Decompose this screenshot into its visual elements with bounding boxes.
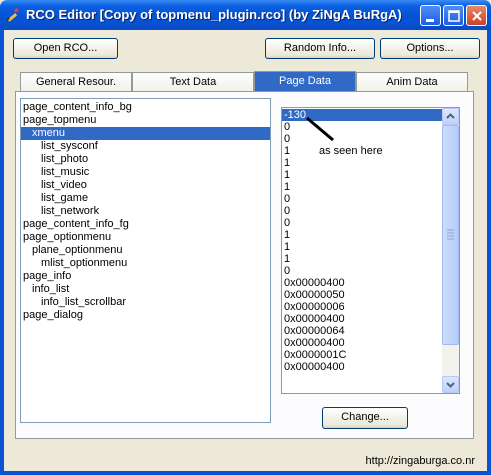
tree-item[interactable]: page_topmenu: [21, 114, 270, 127]
tree-item[interactable]: page_dialog: [21, 309, 270, 322]
tree-item[interactable]: page_optionmenu: [21, 231, 270, 244]
tab-page-data[interactable]: Page Data: [254, 71, 356, 92]
status-bar: http://zingaburga.co.nr: [4, 452, 487, 471]
tree-item[interactable]: mlist_optionmenu: [21, 257, 270, 270]
pencil-icon: [5, 6, 21, 22]
tree-item[interactable]: list_music: [21, 166, 270, 179]
close-button[interactable]: [466, 5, 487, 26]
window-frame-right: [487, 30, 491, 475]
list-item[interactable]: 1: [282, 157, 442, 169]
tree-item[interactable]: info_list_scrollbar: [21, 296, 270, 309]
window-frame-left: [0, 30, 4, 475]
window-title: RCO Editor [Copy of topmenu_plugin.rco] …: [26, 7, 402, 22]
tab-strip: General Resour. Text Data Page Data Anim…: [20, 71, 468, 92]
list-item[interactable]: 0x00000400: [282, 337, 442, 349]
page-tree[interactable]: page_content_info_bg page_topmenu xmenu …: [20, 98, 271, 423]
tree-item[interactable]: list_sysconf: [21, 140, 270, 153]
list-item[interactable]: 0: [282, 193, 442, 205]
annotation-arrow-icon: [306, 116, 334, 142]
window-frame-bottom: [0, 471, 491, 475]
list-item[interactable]: 0x00000400: [282, 313, 442, 325]
scroll-thumb[interactable]: [442, 125, 459, 345]
close-icon: [472, 11, 482, 21]
annotation-text: as seen here: [319, 145, 383, 157]
tree-item[interactable]: page_content_info_fg: [21, 218, 270, 231]
tab-text-data[interactable]: Text Data: [132, 72, 254, 92]
tree-item[interactable]: list_video: [21, 179, 270, 192]
tree-item[interactable]: list_photo: [21, 153, 270, 166]
tree-item[interactable]: info_list: [21, 283, 270, 296]
list-item[interactable]: 0x0000001C: [282, 349, 442, 361]
tree-item-selected[interactable]: xmenu: [21, 127, 270, 140]
list-item[interactable]: 1: [282, 253, 442, 265]
scroll-up-button[interactable]: [442, 108, 459, 125]
list-item[interactable]: 1: [282, 169, 442, 181]
maximize-button[interactable]: [443, 5, 464, 26]
list-item[interactable]: 1: [282, 229, 442, 241]
random-info-button[interactable]: Random Info...: [265, 38, 375, 59]
minimize-button[interactable]: [420, 5, 441, 26]
tree-item[interactable]: page_content_info_bg: [21, 101, 270, 114]
list-item[interactable]: 1: [282, 181, 442, 193]
list-item[interactable]: 0: [282, 205, 442, 217]
title-bar[interactable]: RCO Editor [Copy of topmenu_plugin.rco] …: [0, 0, 491, 30]
tree-item[interactable]: list_network: [21, 205, 270, 218]
tree-item[interactable]: page_info: [21, 270, 270, 283]
values-scrollbar[interactable]: [442, 108, 459, 393]
list-item[interactable]: 0x00000006: [282, 301, 442, 313]
list-item[interactable]: 0x00000050: [282, 289, 442, 301]
status-url: http://zingaburga.co.nr: [365, 455, 475, 467]
minimize-icon: [426, 19, 434, 22]
tree-item[interactable]: plane_optionmenu: [21, 244, 270, 257]
maximize-icon: [448, 10, 460, 22]
list-item[interactable]: 0: [282, 265, 442, 277]
chevron-down-icon: [446, 382, 455, 388]
change-button[interactable]: Change...: [322, 407, 408, 429]
options-button[interactable]: Options...: [380, 38, 480, 59]
list-item[interactable]: 0x00000400: [282, 277, 442, 289]
tab-general-resources[interactable]: General Resour.: [20, 72, 132, 92]
open-rco-button[interactable]: Open RCO...: [13, 38, 118, 59]
list-item[interactable]: 0x00000064: [282, 325, 442, 337]
scroll-down-button[interactable]: [442, 376, 459, 393]
tab-anim-data[interactable]: Anim Data: [356, 72, 468, 92]
tree-item[interactable]: list_game: [21, 192, 270, 205]
list-item[interactable]: 0: [282, 217, 442, 229]
list-item[interactable]: 0x00000400: [282, 361, 442, 373]
chevron-up-icon: [446, 113, 455, 119]
list-item[interactable]: 1: [282, 241, 442, 253]
grip-icon: [447, 229, 454, 240]
